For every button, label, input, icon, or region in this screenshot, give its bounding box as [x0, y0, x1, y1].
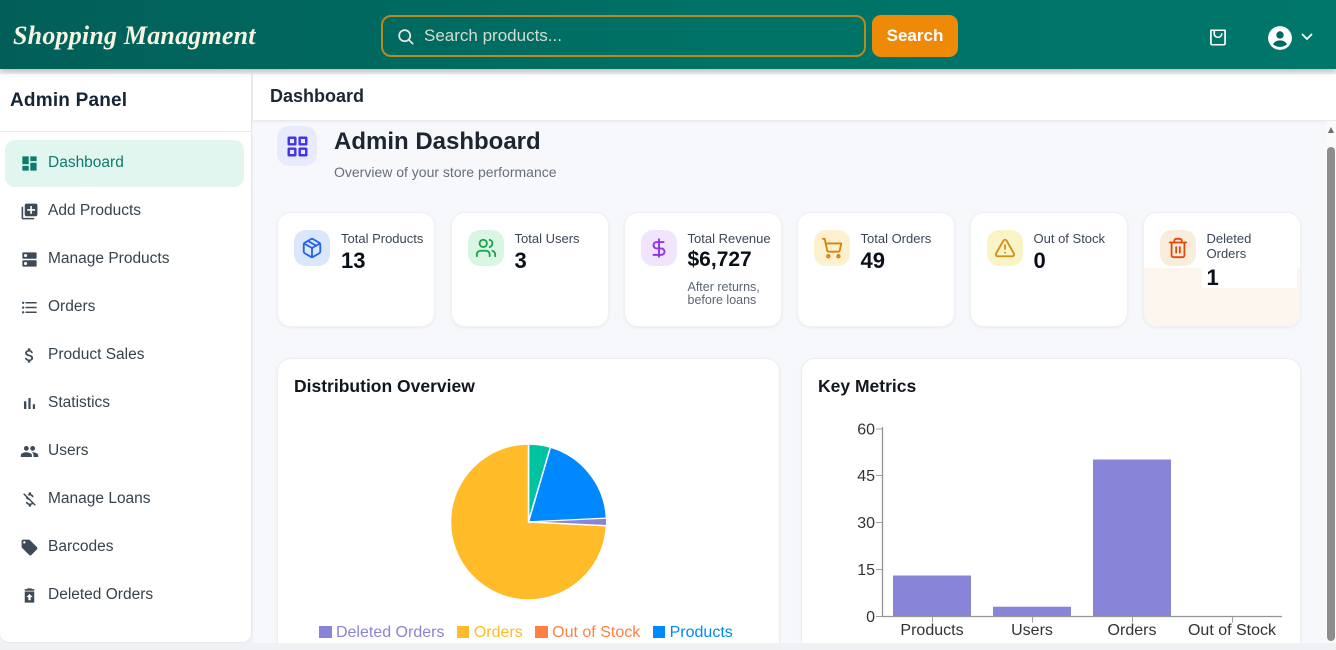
svg-text:Orders: Orders [1108, 622, 1157, 639]
svg-text:Products: Products [900, 622, 963, 639]
svg-text:15: 15 [857, 562, 875, 579]
svg-text:60: 60 [857, 422, 875, 439]
svg-text:Out of Stock: Out of Stock [1188, 622, 1277, 639]
svg-text:45: 45 [857, 468, 875, 485]
svg-text:Users: Users [1011, 622, 1053, 639]
svg-text:0: 0 [866, 609, 875, 626]
svg-text:30: 30 [857, 515, 875, 532]
